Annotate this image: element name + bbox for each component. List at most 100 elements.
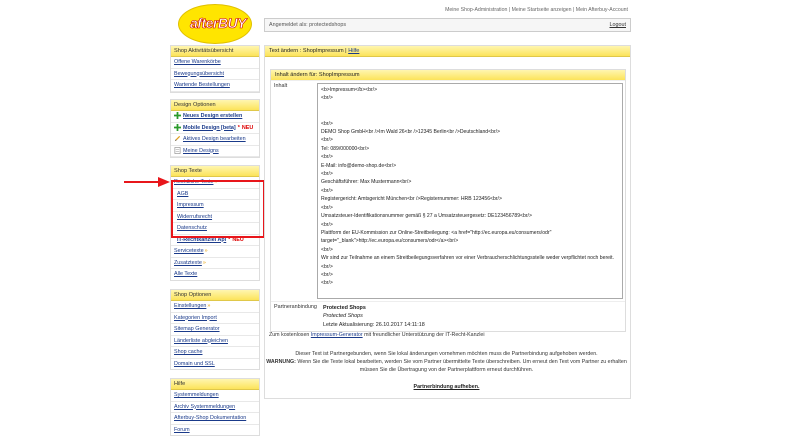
sidebar-item-domain-ssl: Domain und SSL [171, 359, 259, 370]
textarea-line: <br/> [321, 246, 333, 253]
my-designs-link[interactable]: Meine Designs [183, 148, 219, 154]
red-arrow-icon [124, 177, 170, 187]
account-link[interactable]: Mein Afterbuy-Account [576, 7, 628, 13]
partner-value: Protected Shops Protected Shops Letzte A… [321, 302, 625, 331]
sidebar-item-my-designs: Meine Designs [171, 146, 259, 157]
mobile-design-link[interactable]: Mobile Design [beta] [183, 125, 236, 131]
systemmeldungen-link[interactable]: Systemmeldungen [174, 392, 219, 398]
sidebar-item-forum: Forum [171, 425, 259, 436]
textarea-line: Tel: 089/000000<br/> [321, 145, 370, 152]
laenderliste-link[interactable]: Länderliste abgleichen [174, 338, 228, 344]
textarea-line: DEMO Shop GmbH<br />Im Wald 26<br />1234… [321, 129, 501, 136]
afterbuy-logo[interactable]: afterBUY [178, 4, 252, 44]
sidebar-item-systemmeldungen: Systemmeldungen [171, 390, 259, 402]
partner-bound-notice: Dieser Text ist Partnergebunden, wenn Si… [295, 351, 598, 357]
servicetexte-link[interactable]: Servicetexte [174, 248, 204, 254]
sidebar-item-sitemap-generator: Sitemap Generator [171, 324, 259, 336]
mobile-star: * [237, 124, 240, 131]
help-box: Hilfe Systemmeldungen Archiv Systemmeldu… [170, 378, 260, 436]
help-box-title: Hilfe [171, 379, 259, 390]
forum-link[interactable]: Forum [174, 427, 190, 433]
textarea-line: <br/> [321, 280, 333, 287]
top-links: Meine Shop-Administration | Meine Starts… [445, 7, 628, 13]
textarea-line: target="_blank">http://ec.europa.eu/cons… [321, 238, 459, 245]
sidebar-item-servicetexte: Servicetexte» [171, 246, 259, 258]
startseite-link[interactable]: Meine Startseite anzeigen [512, 7, 572, 13]
design-box-title: Design Optionen [171, 100, 259, 111]
content-value: <b>Impressum</b><br/> <br/> <br/> DEMO Sho… [315, 81, 625, 301]
bewegungsuebersicht-link[interactable]: Bewegungsübersicht [174, 71, 224, 77]
partner-name: Protected Shops [323, 305, 366, 311]
sitemap-generator-link[interactable]: Sitemap Generator [174, 326, 220, 332]
new-design-link[interactable]: Neues Design erstellen [183, 113, 242, 119]
sidebar-item-mobile-design: Mobile Design [beta] * NEU [171, 123, 259, 134]
warning-line-2: müssen Sie die Übertragung von der Partn… [359, 367, 534, 373]
partner-label: Partneranbindung [274, 304, 317, 310]
textarea-line: <br/> [321, 120, 333, 127]
textarea-line: <br/> [321, 204, 333, 211]
textarea-line: E-Mail: info@demo-shop.de<br/> [321, 162, 397, 169]
impressum-generator-link[interactable]: Impressum-Generator [311, 332, 363, 338]
activity-box: Shop Aktivitätsübersicht Offene Warenkör… [170, 45, 260, 93]
warning-text: Wenn Sie die Texte lokal bearbeiten, wer… [295, 359, 627, 365]
plus-icon [174, 112, 181, 120]
shop-texts-box-title: Shop Texte [171, 166, 259, 177]
sidebar-item-active-design: Aktives Design bearbeiten [171, 134, 259, 146]
highlight-frame [171, 180, 265, 238]
sidebar-item-wartende-bestellungen: Wartende Bestellungen [171, 80, 259, 92]
einstellungen-link[interactable]: Einstellungen [174, 303, 206, 309]
logout-link[interactable]: Logout [610, 22, 627, 28]
textarea-line: Umsatzsteuer-Identifikationsnummer gemäß… [321, 213, 532, 220]
textarea-line: Geschäftsführer: Max Mustermann<br/> [321, 179, 412, 186]
alle-texte-link[interactable]: Alle Texte [174, 271, 197, 277]
textarea-line: <br/> [321, 171, 333, 178]
help-link[interactable]: Hilfe [348, 48, 359, 54]
logged-in-label: Angemeldet als: protectedshops [269, 22, 347, 28]
textarea-line: Plattform der EU-Kommission zur Online-S… [321, 229, 552, 236]
sidebar-item-archiv: Archiv Systemmeldungen [171, 402, 259, 413]
sidebar-item-offene-warenkoerbe: Offene Warenkörbe [171, 57, 259, 69]
textarea-line: Wir sind zur Teilnahme an einem Streitbe… [321, 255, 614, 262]
offene-warenkoerbe-link[interactable]: Offene Warenkörbe [174, 59, 221, 65]
sidebar-item-shop-cache: Shop cache [171, 347, 259, 359]
textarea-line [321, 111, 619, 119]
design-box: Design Optionen Neues Design erstellen M… [170, 99, 260, 158]
logo-text: afterBUY [190, 15, 247, 32]
active-design-link[interactable]: Aktives Design bearbeiten [183, 136, 246, 142]
expand-arrow: » [204, 248, 208, 254]
main-panel-header: Text ändern : ShopImpressum | Hilfe [265, 46, 630, 57]
document-icon [174, 146, 181, 154]
note-prefix: Zum kostenlosen [269, 332, 311, 338]
sidebar-item-alle-texte: Alle Texte [171, 269, 259, 280]
sidebar-item-kategorien-import: Kategorien Import [171, 313, 259, 324]
sidebar-item-dokumentation: Afterbuy-Shop Dokumentation [171, 413, 259, 425]
textarea-line [321, 103, 619, 111]
partner-sub: Protected Shops [323, 313, 363, 320]
expand-arrow: » [202, 259, 206, 266]
content-textarea[interactable]: <b>Impressum</b><br/> <br/> <br/> DEMO Sho… [317, 83, 623, 299]
textarea-line: <br/> [321, 271, 333, 278]
textarea-line: <br/> [321, 137, 333, 144]
dokumentation-link[interactable]: Afterbuy-Shop Dokumentation [174, 415, 246, 421]
sidebar-item-bewegungsuebersicht: Bewegungsübersicht [171, 69, 259, 80]
textarea-line: <b>Impressum</b><br/> [321, 87, 378, 93]
edit-form: Inhalt ändern für: ShopImpressum Inhalt … [270, 69, 626, 333]
warning-line: WARNUNG: Wenn Sie die Texte lokal bearbe… [264, 358, 629, 366]
unlink-partner-link[interactable]: Partnerbindung aufheben. [414, 384, 480, 390]
textarea-line: <br/> [321, 187, 333, 194]
wartende-bestellungen-link[interactable]: Wartende Bestellungen [174, 82, 230, 88]
unlink-row: Partnerbindung aufheben. [264, 383, 629, 391]
shop-cache-link[interactable]: Shop cache [174, 349, 202, 355]
plus-icon [174, 123, 181, 131]
note-suffix: mit freundlicher Unterstützung der IT-Re… [362, 332, 485, 338]
archiv-link[interactable]: Archiv Systemmeldungen [174, 404, 235, 410]
activity-box-title: Shop Aktivitätsübersicht [171, 46, 259, 57]
shop-options-box-title: Shop Optionen [171, 290, 259, 301]
shop-admin-link[interactable]: Meine Shop-Administration [445, 7, 507, 13]
domain-ssl-link[interactable]: Domain und SSL [174, 361, 215, 367]
zusatztexte-link[interactable]: Zusatztexte [174, 260, 202, 266]
kategorien-import-link[interactable]: Kategorien Import [174, 315, 217, 321]
expand-arrow: » [207, 303, 211, 309]
sidebar-item-zusatztexte: Zusatztexte» [171, 258, 259, 269]
new-badge: NEU [241, 124, 254, 131]
